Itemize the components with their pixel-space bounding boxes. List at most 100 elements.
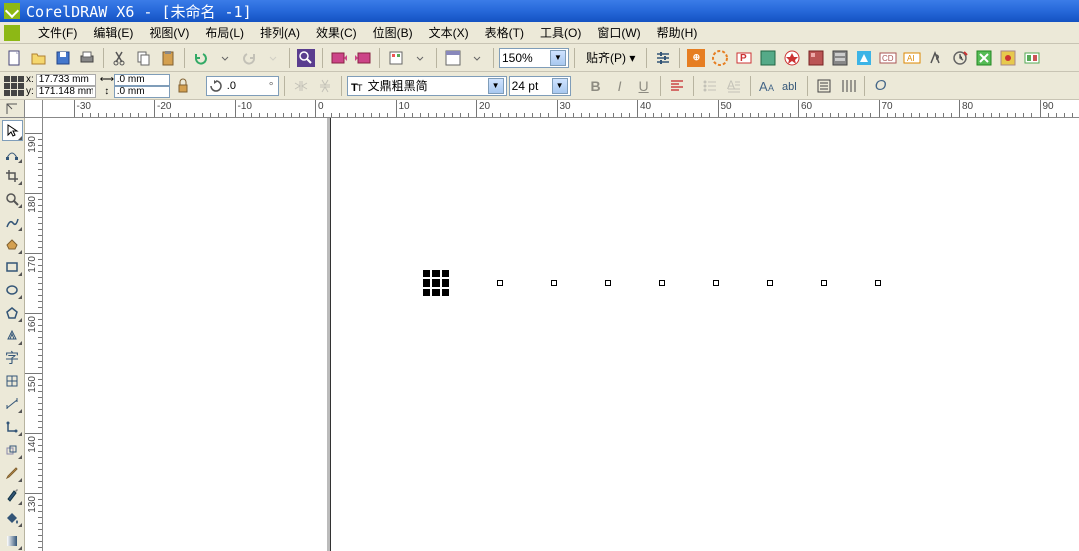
selection-handle[interactable] — [497, 280, 503, 286]
object-origin-icon[interactable] — [4, 76, 24, 96]
text-options-button[interactable]: O — [870, 75, 892, 97]
height-input[interactable] — [114, 86, 170, 98]
bullet-list-button[interactable] — [699, 75, 721, 97]
underline-button[interactable]: U — [633, 75, 655, 97]
bold-button[interactable]: B — [585, 75, 607, 97]
font-size-select[interactable]: 24 pt ▼ — [509, 76, 571, 96]
macro-4-button[interactable] — [757, 47, 779, 69]
snap-button[interactable]: 贴齐(P) ▾ — [580, 47, 641, 68]
italic-button[interactable]: I — [609, 75, 631, 97]
zoom-level-select[interactable]: 150% ▼ — [499, 48, 569, 68]
canvas[interactable] — [43, 118, 1079, 551]
macro-5-button[interactable] — [781, 47, 803, 69]
macro-12-button[interactable] — [949, 47, 971, 69]
print-button[interactable] — [76, 47, 98, 69]
text-tool[interactable]: 字 — [2, 348, 23, 369]
menu-file[interactable]: 文件(F) — [30, 22, 85, 43]
macro-8-button[interactable] — [853, 47, 875, 69]
copy-button[interactable] — [133, 47, 155, 69]
selection-handle[interactable] — [767, 280, 773, 286]
macro-1-button[interactable]: ⊕ — [685, 47, 707, 69]
macro-11-button[interactable] — [925, 47, 947, 69]
eyedropper-tool[interactable] — [2, 462, 23, 483]
zoom-tool[interactable] — [2, 188, 23, 209]
polygon-tool[interactable] — [2, 302, 23, 323]
selection-handle[interactable] — [659, 280, 665, 286]
menu-window[interactable]: 窗口(W) — [589, 22, 648, 43]
dimension-tool[interactable] — [2, 394, 23, 415]
save-button[interactable] — [52, 47, 74, 69]
edit-text-button[interactable]: abl — [780, 75, 802, 97]
fill-tool[interactable] — [2, 508, 23, 529]
selection-handle[interactable] — [821, 280, 827, 286]
macro-6-button[interactable] — [805, 47, 827, 69]
menu-text[interactable]: 文本(X) — [421, 22, 477, 43]
connector-tool[interactable] — [2, 416, 23, 437]
text-align-button[interactable] — [666, 75, 688, 97]
dropcap-button[interactable]: A — [723, 75, 745, 97]
text-frame-2-button[interactable] — [837, 75, 859, 97]
import-button[interactable] — [328, 47, 350, 69]
effects-tool[interactable] — [2, 439, 23, 460]
cut-button[interactable] — [109, 47, 131, 69]
menu-edit[interactable]: 编辑(E) — [85, 22, 141, 43]
width-input[interactable] — [114, 74, 170, 86]
text-frame-1-button[interactable] — [813, 75, 835, 97]
new-button[interactable] — [4, 47, 26, 69]
macro-7-button[interactable] — [829, 47, 851, 69]
export-button[interactable] — [352, 47, 374, 69]
macro-13-button[interactable] — [973, 47, 995, 69]
freehand-tool[interactable] — [2, 211, 23, 232]
macro-9-button[interactable]: CD — [877, 47, 899, 69]
macro-3-button[interactable]: P — [733, 47, 755, 69]
menu-layout[interactable]: 布局(L) — [197, 22, 252, 43]
ruler-corner[interactable] — [0, 100, 25, 118]
interactive-fill-tool[interactable] — [2, 530, 23, 551]
selected-object[interactable] — [423, 270, 881, 296]
rectangle-tool[interactable] — [2, 257, 23, 278]
selection-handle[interactable] — [605, 280, 611, 286]
macro-14-button[interactable] — [997, 47, 1019, 69]
lock-ratio-button[interactable] — [172, 75, 194, 97]
y-position-input[interactable] — [36, 86, 96, 98]
horizontal-ruler[interactable] — [43, 100, 1079, 118]
selection-handle[interactable] — [713, 280, 719, 286]
font-family-select[interactable]: TT 文鼎粗黑简 ▼ — [347, 76, 507, 96]
search-button[interactable] — [295, 47, 317, 69]
redo-dropdown[interactable] — [262, 47, 284, 69]
vertical-ruler[interactable]: 190180170160150140130 — [25, 118, 43, 551]
mirror-v-button[interactable] — [314, 75, 336, 97]
selection-handle[interactable] — [875, 280, 881, 286]
char-format-button[interactable]: AA — [756, 75, 778, 97]
x-position-input[interactable] — [36, 74, 96, 86]
menu-effects[interactable]: 效果(C) — [308, 22, 365, 43]
mirror-h-button[interactable] — [290, 75, 312, 97]
basic-shapes-tool[interactable] — [2, 325, 23, 346]
rotation-input[interactable] — [225, 80, 265, 92]
ellipse-tool[interactable] — [2, 279, 23, 300]
undo-button[interactable] — [190, 47, 212, 69]
redo-button[interactable] — [238, 47, 260, 69]
selection-handle[interactable] — [551, 280, 557, 286]
menu-arrange[interactable]: 排列(A) — [252, 22, 308, 43]
welcome-button[interactable] — [442, 47, 464, 69]
shape-tool[interactable] — [2, 143, 23, 164]
rotation-field[interactable]: ° — [206, 76, 279, 96]
welcome-dropdown[interactable] — [466, 47, 488, 69]
macro-15-button[interactable] — [1021, 47, 1043, 69]
paste-button[interactable] — [157, 47, 179, 69]
crop-tool[interactable] — [2, 166, 23, 187]
open-button[interactable] — [28, 47, 50, 69]
undo-dropdown[interactable] — [214, 47, 236, 69]
menu-help[interactable]: 帮助(H) — [649, 22, 706, 43]
options-button[interactable] — [652, 47, 674, 69]
app-launcher-button[interactable] — [385, 47, 407, 69]
table-tool[interactable] — [2, 371, 23, 392]
app-dropdown[interactable] — [409, 47, 431, 69]
menu-tools[interactable]: 工具(O) — [532, 22, 589, 43]
macro-10-button[interactable]: AI — [901, 47, 923, 69]
smart-fill-tool[interactable] — [2, 234, 23, 255]
pick-tool[interactable] — [2, 120, 23, 141]
menu-table[interactable]: 表格(T) — [477, 22, 532, 43]
macro-2-button[interactable] — [709, 47, 731, 69]
